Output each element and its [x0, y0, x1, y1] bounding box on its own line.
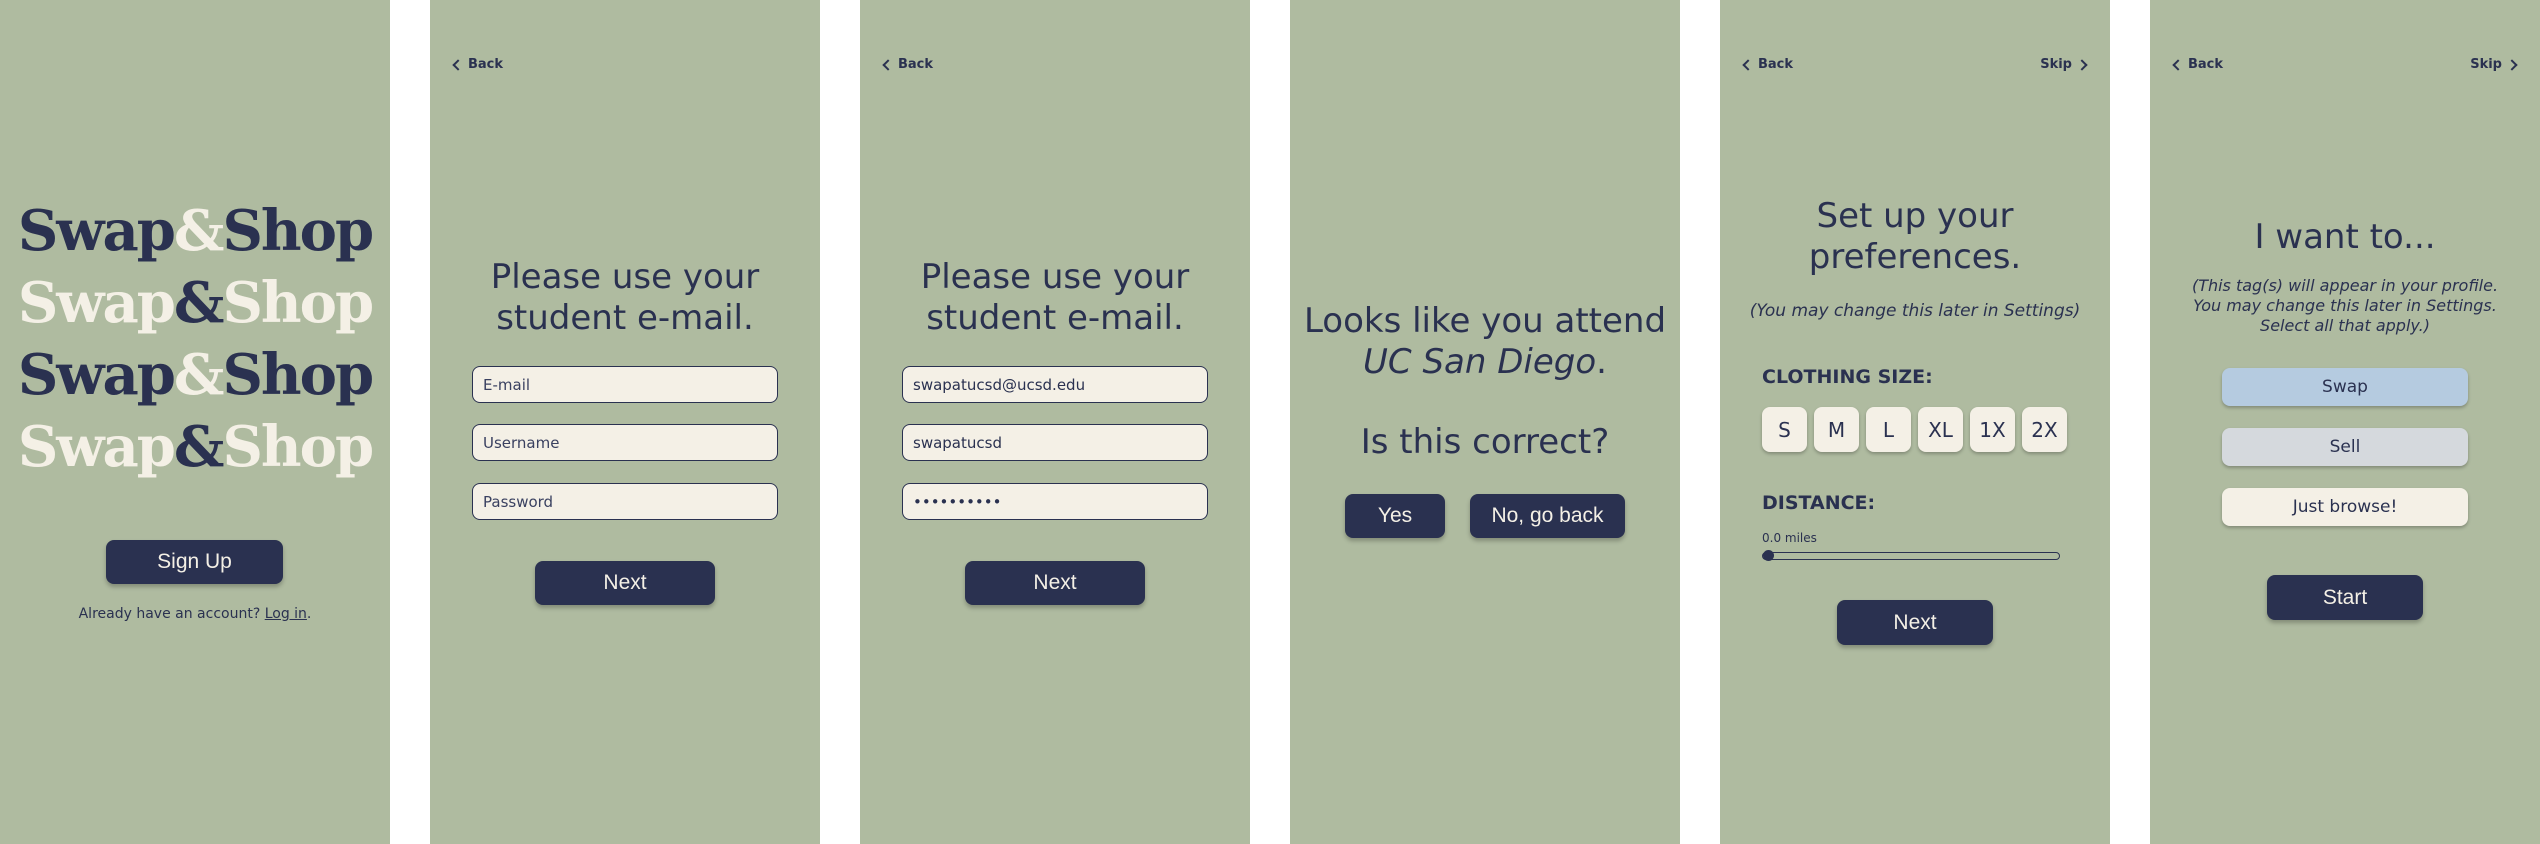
logo-line-1: Swap&Shop — [0, 198, 390, 264]
next-button[interactable]: Next — [1837, 600, 1993, 645]
login-prompt: Already have an account? Log in. — [0, 606, 390, 622]
logo-line-4: Swap&Shop — [0, 414, 390, 480]
size-chip-1x[interactable]: 1X — [1970, 407, 2015, 452]
logo-ampersand: & — [173, 270, 225, 336]
size-chip-m[interactable]: M — [1814, 407, 1859, 452]
back-button[interactable]: Back — [1742, 57, 1794, 72]
page-title: I want to... — [2254, 217, 2436, 257]
chevron-left-icon — [2172, 58, 2184, 71]
clothing-size-label: CLOTHING SIZE: — [1762, 366, 1933, 388]
screen-signup-filled: Back Please use your student e-mail. Nex… — [860, 0, 1250, 844]
chevron-right-icon — [2076, 58, 2088, 71]
statement-period: . — [1596, 342, 1607, 382]
skip-button[interactable]: Skip — [2040, 57, 2088, 72]
note-line-2: You may change this later in Settings. — [2193, 296, 2497, 315]
page-title: Set up your preferences. — [1720, 196, 2110, 278]
chevron-right-icon — [2506, 58, 2518, 71]
statement-line-1: Looks like you attend — [1303, 301, 1667, 341]
size-chip-s[interactable]: S — [1762, 407, 1807, 452]
sign-up-button[interactable]: Sign Up — [106, 540, 283, 584]
back-button[interactable]: Back — [882, 57, 934, 72]
school-name: UC San Diego — [1363, 342, 1597, 382]
page-title: Please use your student e-mail. — [860, 257, 1250, 339]
back-label: Back — [898, 57, 934, 72]
username-field[interactable] — [902, 424, 1208, 461]
option-sell[interactable]: Sell — [2222, 428, 2468, 466]
settings-note: (You may change this later in Settings) — [1749, 301, 2081, 321]
size-chip-xl[interactable]: XL — [1918, 407, 1963, 452]
distance-slider-thumb[interactable] — [1763, 549, 1774, 561]
skip-button[interactable]: Skip — [2470, 57, 2518, 72]
screen-signup-empty: Back Please use your student e-mail. Nex… — [430, 0, 820, 844]
logo-ampersand: & — [173, 342, 225, 408]
title-line-2: student e-mail. — [496, 298, 754, 338]
back-label: Back — [468, 57, 504, 72]
logo-shop: Shop — [222, 342, 374, 408]
email-field[interactable] — [472, 366, 778, 403]
login-link[interactable]: Log in — [265, 606, 307, 622]
statement-line-2: UC San Diego. — [1290, 342, 1680, 383]
title-line-1: Please use your — [490, 257, 760, 297]
screen-intent: Back Skip I want to... (This tag(s) will… — [2150, 0, 2540, 844]
logo-ampersand: & — [173, 414, 225, 480]
distance-slider[interactable] — [1762, 549, 2060, 561]
title-line-2: student e-mail. — [926, 298, 1184, 338]
title-line-1: Please use your — [920, 257, 1190, 297]
logo-line-3: Swap&Shop — [0, 342, 390, 408]
password-field[interactable] — [472, 483, 778, 520]
note-line-1: (This tag(s) will appear in your profile… — [2191, 276, 2499, 295]
username-field[interactable] — [472, 424, 778, 461]
screen-welcome: Swap&Shop Swap&Shop Swap&Shop Swap&Shop … — [0, 0, 390, 844]
logo-swap: Swap — [17, 342, 176, 408]
distance-value: 0.0 miles — [1762, 531, 1817, 545]
login-prompt-period: . — [306, 606, 312, 622]
tags-note: (This tag(s) will appear in your profile… — [2150, 276, 2540, 336]
skip-label: Skip — [2470, 57, 2502, 72]
logo-shop: Shop — [222, 270, 374, 336]
logo-swap: Swap — [17, 414, 176, 480]
school-statement: Looks like you attend UC San Diego. — [1290, 301, 1680, 383]
skip-label: Skip — [2040, 57, 2072, 72]
logo-shop: Shop — [222, 414, 374, 480]
back-label: Back — [1758, 57, 1794, 72]
logo-shop: Shop — [222, 198, 374, 264]
chevron-left-icon — [882, 58, 894, 71]
back-button[interactable]: Back — [452, 57, 504, 72]
chevron-left-icon — [1742, 58, 1754, 71]
back-button[interactable]: Back — [2172, 57, 2224, 72]
next-button[interactable]: Next — [535, 561, 715, 605]
no-go-back-button[interactable]: No, go back — [1470, 494, 1625, 538]
login-prompt-text: Already have an account? — [78, 606, 265, 622]
size-chip-2x[interactable]: 2X — [2022, 407, 2067, 452]
yes-button[interactable]: Yes — [1345, 494, 1445, 538]
logo-ampersand: & — [173, 198, 225, 264]
title-line-2: preferences. — [1808, 237, 2022, 277]
option-just-browse[interactable]: Just browse! — [2222, 488, 2468, 526]
logo-line-2: Swap&Shop — [0, 270, 390, 336]
note-line-3: Select all that apply.) — [2260, 316, 2430, 335]
chevron-left-icon — [452, 58, 464, 71]
next-button[interactable]: Next — [965, 561, 1145, 605]
title-line-1: Set up your — [1816, 196, 2014, 236]
password-field[interactable] — [902, 483, 1208, 520]
confirm-question: Is this correct? — [1360, 422, 1610, 462]
screen-confirm-school: Looks like you attend UC San Diego. Is t… — [1290, 0, 1680, 844]
email-field[interactable] — [902, 366, 1208, 403]
size-chip-l[interactable]: L — [1866, 407, 1911, 452]
start-button[interactable]: Start — [2267, 575, 2423, 620]
distance-label: DISTANCE: — [1762, 492, 1876, 514]
page-title: Please use your student e-mail. — [430, 257, 820, 339]
option-swap[interactable]: Swap — [2222, 368, 2468, 406]
logo-swap: Swap — [17, 270, 176, 336]
back-label: Back — [2188, 57, 2224, 72]
logo-swap: Swap — [17, 198, 176, 264]
screen-preferences: Back Skip Set up your preferences. (You … — [1720, 0, 2110, 844]
